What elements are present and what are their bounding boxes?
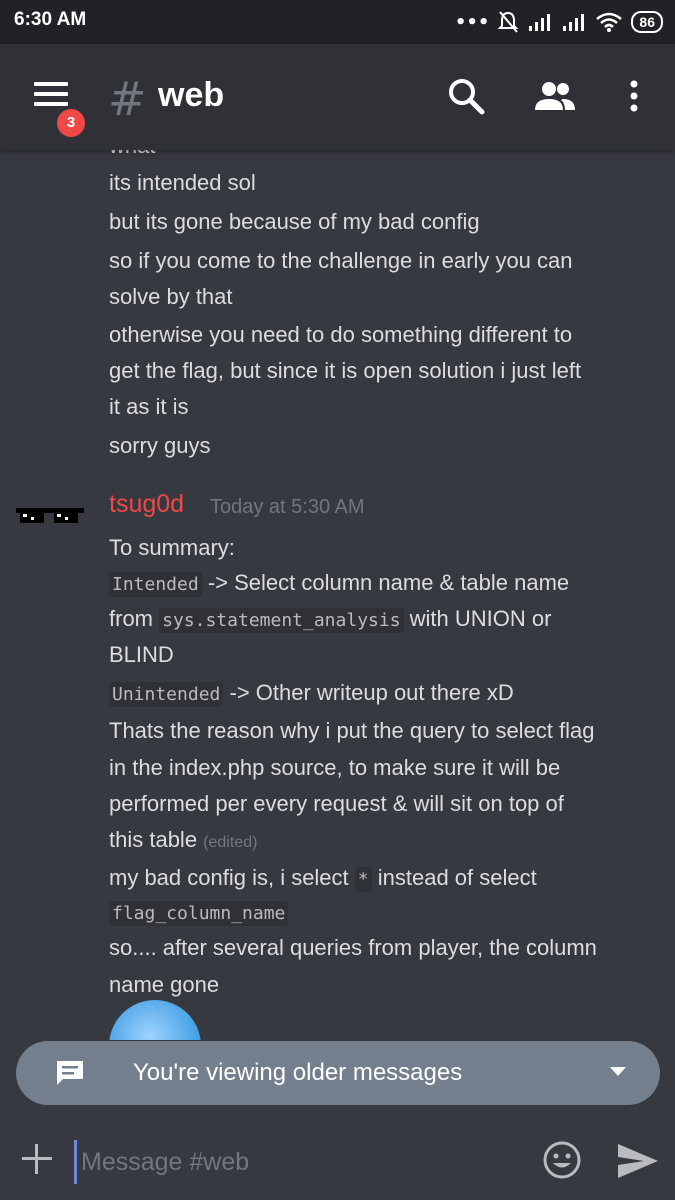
avatar[interactable] bbox=[14, 502, 86, 532]
message-text: To summary: bbox=[109, 535, 235, 560]
emoji-reaction-icon bbox=[109, 1000, 201, 1040]
mute-bell-icon bbox=[498, 11, 519, 33]
older-messages-text: You're viewing older messages bbox=[133, 1059, 463, 1086]
message-line: get the flag, but since it is open solut… bbox=[109, 358, 582, 383]
message-list[interactable]: what its intended sol but its gone becau… bbox=[0, 150, 675, 1040]
message-text: my bad config is, i select bbox=[109, 865, 355, 890]
message-text: Thats the reason why i put the query to … bbox=[109, 718, 595, 743]
message-line: Intended -> Select column name & table n… bbox=[109, 565, 569, 603]
message-line: so.... after several queries from player… bbox=[109, 930, 597, 966]
message-line: my bad config is, i select * instead of … bbox=[109, 860, 537, 898]
message-line: name gone bbox=[109, 967, 219, 1003]
message-line: in the index.php source, to make sure it… bbox=[109, 750, 560, 786]
status-time: 6:30 AM bbox=[14, 9, 87, 30]
message-text: name gone bbox=[109, 972, 220, 997]
inline-code: flag_column_name bbox=[109, 901, 289, 926]
emoji-icon[interactable] bbox=[542, 1140, 582, 1180]
message-line: but its gone because of my bad config bbox=[109, 209, 480, 234]
message-text: performed per every request & will sit o… bbox=[109, 791, 564, 816]
message-text: so.... after several queries from player… bbox=[109, 935, 597, 960]
signal-icon bbox=[563, 14, 585, 31]
message-line: what bbox=[109, 150, 155, 164]
message-text: -> Other writeup out there xD bbox=[223, 680, 514, 705]
message-line: Thats the reason why i put the query to … bbox=[109, 713, 595, 749]
status-bar: 6:30 AM ••• 86 bbox=[0, 0, 675, 44]
message-line: sorry guys bbox=[109, 433, 211, 458]
message-line: solve by that bbox=[109, 284, 233, 309]
message-input[interactable] bbox=[74, 1140, 523, 1184]
edited-label: (edited) bbox=[203, 834, 258, 851]
members-icon[interactable] bbox=[533, 74, 577, 118]
channel-hash-icon: # bbox=[108, 72, 147, 126]
signal-icon bbox=[529, 14, 551, 31]
menu-button[interactable]: 3 bbox=[30, 82, 88, 140]
message-line: its intended sol bbox=[109, 170, 256, 195]
search-icon[interactable] bbox=[444, 74, 488, 118]
message-timestamp: Today at 5:30 AM bbox=[210, 496, 365, 518]
message-text: in the index.php source, to make sure it… bbox=[109, 755, 561, 780]
inline-code: Unintended bbox=[109, 682, 224, 707]
more-vertical-icon[interactable] bbox=[612, 74, 656, 118]
message-line: this table (edited) bbox=[109, 822, 257, 861]
message-text: this table bbox=[109, 827, 204, 852]
send-icon[interactable] bbox=[616, 1142, 660, 1180]
older-messages-banner[interactable]: You're viewing older messages bbox=[16, 1041, 660, 1105]
inline-code: * bbox=[354, 867, 372, 892]
message-text: from bbox=[109, 606, 160, 631]
message-line: it as it is bbox=[109, 394, 189, 419]
message-text: with UNION or bbox=[403, 606, 552, 631]
message-text: instead of select bbox=[371, 865, 537, 890]
message-text: -> Select column name & table name bbox=[201, 570, 570, 595]
message-line: To summary: bbox=[109, 530, 235, 566]
battery-indicator: 86 bbox=[631, 11, 663, 33]
channel-toolbar: 3 # web bbox=[0, 44, 675, 150]
inline-code: Intended bbox=[109, 572, 202, 597]
wifi-icon bbox=[596, 12, 623, 32]
message-line: Unintended -> Other writeup out there xD bbox=[109, 675, 514, 713]
chevron-down-icon[interactable] bbox=[610, 1067, 626, 1076]
message-line: BLIND bbox=[109, 637, 174, 673]
status-icons: ••• 86 bbox=[455, 8, 663, 36]
message-line: flag_column_name bbox=[109, 894, 289, 932]
channel-title: web bbox=[158, 76, 225, 114]
inline-code: sys.statement_analysis bbox=[159, 608, 404, 633]
plus-icon[interactable] bbox=[22, 1144, 52, 1174]
message-icon bbox=[57, 1061, 83, 1085]
message-author[interactable]: tsug0d bbox=[109, 490, 184, 519]
more-dots-icon: ••• bbox=[454, 11, 490, 33]
message-text: BLIND bbox=[109, 642, 174, 667]
message-composer bbox=[0, 1120, 675, 1200]
message-line: otherwise you need to do something diffe… bbox=[109, 322, 573, 347]
unread-badge: 3 bbox=[54, 106, 88, 140]
message-line: performed per every request & will sit o… bbox=[109, 786, 564, 822]
message-line: from sys.statement_analysis with UNION o… bbox=[109, 601, 551, 639]
message-line: so if you come to the challenge in early… bbox=[109, 248, 573, 273]
